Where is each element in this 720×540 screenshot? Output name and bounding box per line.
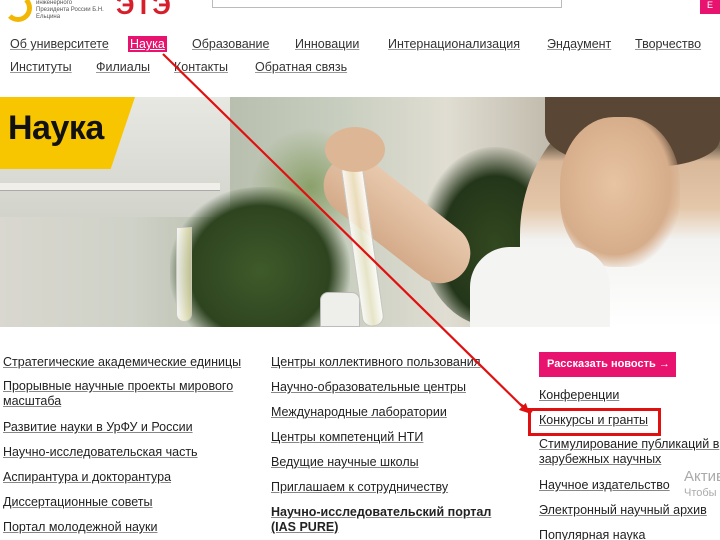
nav-item-education[interactable]: Образование bbox=[190, 36, 271, 52]
link-youth-science-portal[interactable]: Портал молодежной науки bbox=[3, 520, 158, 535]
link-research-department[interactable]: Научно-исследовательская часть bbox=[3, 445, 198, 460]
highlight-box bbox=[528, 408, 661, 436]
activation-title: Активация Windows bbox=[684, 468, 720, 485]
activation-subtitle: Чтобы активировать Windows bbox=[684, 487, 720, 499]
link-popular-science[interactable]: Популярная наука bbox=[539, 528, 645, 540]
nav-item-science[interactable]: Наука bbox=[128, 36, 167, 52]
nav-item-branches[interactable]: Филиалы bbox=[94, 59, 152, 75]
hero-test-tube-small bbox=[176, 227, 192, 322]
nav-item-creativity[interactable]: Творчество bbox=[633, 36, 703, 52]
link-research-portal[interactable]: Научно-исследовательский портал (IAS PUR… bbox=[271, 505, 511, 535]
urfu-logo-icon[interactable] bbox=[4, 0, 32, 22]
link-science-development[interactable]: Развитие науки в УрФУ и России bbox=[3, 420, 193, 435]
nav-item-institutes[interactable]: Институты bbox=[8, 59, 74, 75]
link-dissertation-councils[interactable]: Диссертационные советы bbox=[3, 495, 153, 510]
hero-lab-coat bbox=[470, 247, 610, 327]
nav-item-contacts[interactable]: Контакты bbox=[172, 59, 230, 75]
link-scientific-publisher[interactable]: Научное издательство bbox=[539, 478, 670, 493]
link-cooperation[interactable]: Приглашаем к сотрудничеству bbox=[271, 480, 448, 495]
nav-item-about[interactable]: Об университете bbox=[8, 36, 111, 52]
link-strategic-units[interactable]: Стратегические академические единицы bbox=[3, 355, 241, 370]
hero-banner: Наука bbox=[0, 97, 720, 327]
link-research-education-centers[interactable]: Научно-образовательные центры bbox=[271, 380, 466, 395]
link-breakthrough-projects[interactable]: Прорывные научные проекты мирового масшт… bbox=[3, 379, 253, 409]
nav-item-innovations[interactable]: Инновации bbox=[293, 36, 361, 52]
link-international-labs[interactable]: Международные лаборатории bbox=[271, 405, 447, 420]
page-title: Наука bbox=[8, 109, 104, 147]
link-shared-use-centers[interactable]: Центры коллективного пользования bbox=[271, 355, 481, 370]
hero-bottle bbox=[320, 292, 360, 327]
link-conferences[interactable]: Конференции bbox=[539, 388, 619, 403]
link-leading-schools[interactable]: Ведущие научные школы bbox=[271, 455, 419, 470]
logo-letters[interactable]: ЭТЭ bbox=[116, 0, 172, 21]
tell-news-button[interactable]: Рассказать новость → bbox=[539, 352, 676, 377]
link-electronic-archive[interactable]: Электронный научный архив bbox=[539, 503, 707, 518]
language-switch-button[interactable]: Е bbox=[700, 0, 720, 14]
nav-item-endowment[interactable]: Эндаумент bbox=[545, 36, 613, 52]
link-nti-competence-centers[interactable]: Центры компетенций НТИ bbox=[271, 430, 423, 445]
hero-scientist-face bbox=[560, 117, 680, 267]
top-bar: инженерного Президента России Б.Н. Ельци… bbox=[0, 0, 720, 30]
windows-activation-watermark: Активация Windows Чтобы активировать Win… bbox=[684, 468, 720, 499]
hero-scientist-hand bbox=[325, 127, 385, 172]
hero-shelf bbox=[0, 183, 220, 191]
nav-item-internationalization[interactable]: Интернационализация bbox=[386, 36, 522, 52]
logo-caption: инженерного Президента России Б.Н. Ельци… bbox=[36, 0, 104, 20]
search-input[interactable] bbox=[212, 0, 562, 8]
link-publication-incentives[interactable]: Стимулирование публикаций в зарубежных н… bbox=[539, 437, 720, 467]
link-postgraduate[interactable]: Аспирантура и докторантура bbox=[3, 470, 171, 485]
nav-item-feedback[interactable]: Обратная связь bbox=[253, 59, 349, 75]
